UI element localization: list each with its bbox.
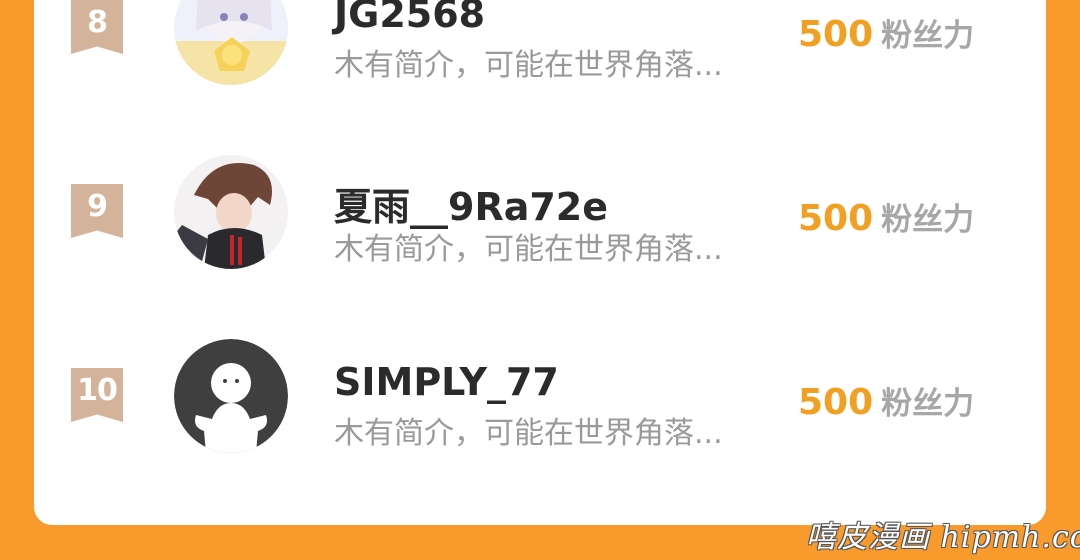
rank-badge: 9 (71, 184, 123, 238)
anime-boy-avatar-image (174, 155, 288, 269)
rank-badge: 10 (71, 368, 123, 422)
ranking-row[interactable]: 9 夏雨__9Ra72e 木有简介，可能在世界角落... 500 粉丝力 (34, 154, 1046, 294)
rank-badge: 8 (71, 0, 123, 54)
user-avatar[interactable] (174, 155, 288, 269)
anime-girl-avatar-image (174, 0, 288, 85)
fans-power: 500 粉丝力 (798, 10, 974, 55)
username: JG2568 (334, 0, 486, 36)
default-avatar-icon (174, 339, 288, 453)
ranking-row[interactable]: 10 SIMPLY_77 木有简介，可能在世界角落... 500 粉丝力 (34, 338, 1046, 478)
username: 夏雨__9Ra72e (334, 185, 608, 229)
fans-power-value: 500 (798, 198, 874, 239)
user-bio: 木有简介，可能在世界角落... (334, 232, 723, 267)
fans-power-label: 粉丝力 (881, 386, 975, 422)
ranking-list-card: 8 JG2568 木有简介，可能在世界角落... 500 粉丝力 9 夏雨__9… (34, 0, 1046, 525)
site-watermark: 嘻皮漫画 hipmh.com (806, 520, 1080, 555)
user-avatar[interactable] (174, 0, 288, 85)
fans-power-label: 粉丝力 (881, 202, 975, 238)
fans-power-value: 500 (798, 382, 874, 423)
fans-power: 500 粉丝力 (798, 378, 974, 423)
username: SIMPLY_77 (334, 360, 559, 404)
fans-power-label: 粉丝力 (881, 18, 975, 54)
ranking-row[interactable]: 8 JG2568 木有简介，可能在世界角落... 500 粉丝力 (34, 0, 1046, 110)
user-avatar[interactable] (174, 339, 288, 453)
fans-power-value: 500 (798, 14, 874, 55)
user-bio: 木有简介，可能在世界角落... (334, 416, 723, 451)
user-bio: 木有简介，可能在世界角落... (334, 48, 723, 83)
fans-power: 500 粉丝力 (798, 194, 974, 239)
